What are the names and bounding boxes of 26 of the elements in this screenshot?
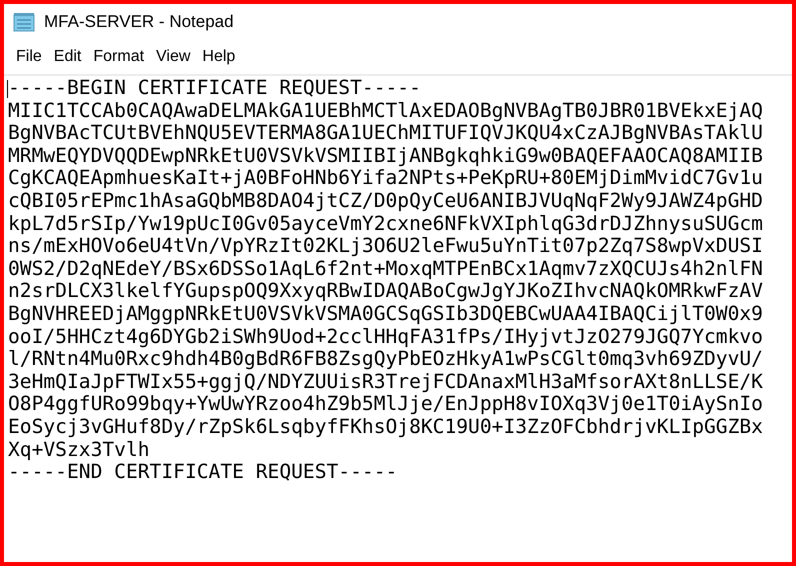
text-line: ns/mExHOVo6eU4tVn/VpYRzIt02KLj3O6U2leFwu5uYnTit07p2Zq7S8wpVxDUSI: [8, 235, 763, 258]
text-line: kpL7d5rSIp/Yw19pUcI0Gv05ayceVmY2cxne6NFkVXIphlqG3drDJZhnysuSUGcm: [8, 212, 763, 236]
text-line: 0WS2/D2qNEdeY/BSx6DSSo1AqL6f2nt+MoxqMTPEnBCx1Aqmv7zXQCUJs4h2nlFN: [8, 258, 763, 280]
text-line: Xq+VSzx3Tvlh: [8, 438, 150, 462]
text-line: O8P4ggfURo99bqy+YwUwYRzoo4hZ9b5MlJje/EnJppH8vIOXq3Vj0e1T0iAySnIo: [8, 393, 763, 416]
text-line: MRMwEQYDVQQDEwpNRkEtU0VSVkVSMIIBIjANBgkqhkiG9w0BAQEFAAOCAQ8AMIIB: [8, 144, 763, 168]
text-line: BgNVBAcTCUtBVEhNQU5EVTERMA8GA1UEChMITUFIQVJKQU4xCzAJBgNVBAsTAklU: [8, 122, 763, 145]
menu-item[interactable]: View: [152, 45, 194, 69]
text-cursor: [7, 80, 8, 98]
text-line: -----END CERTIFICATE REQUEST-----: [8, 461, 398, 484]
menu-item[interactable]: Format: [89, 45, 148, 69]
text-line: ooI/5HHCzt4g6DYGb2iSWh9Uod+2cclHHqFA31fPs/IHyjvtJzO279JGQ7Ycmkvo: [8, 326, 763, 348]
menu-item[interactable]: Edit: [50, 45, 86, 69]
notepad-icon: [12, 12, 36, 32]
window-title: MFA-SERVER - Notepad: [44, 11, 234, 34]
text-line: l/RNtn4Mu0Rxc9hdh4B0gBdR6FB8ZsgQyPbEOzHkyA1wPsCGlt0mq3vh69ZDyvU/: [8, 348, 763, 371]
menu-item[interactable]: File: [12, 45, 46, 69]
text-line: -----BEGIN CERTIFICATE REQUEST-----: [8, 77, 421, 100]
text-line: MIIC1TCCAb0CAQAwaDELMAkGA1UEBhMCTlAxEDAOBgNVBAgTB0JBR01BVEkxEjAQ: [8, 100, 763, 122]
text-line: EoSycj3vGHuf8Dy/rZpSk6LsqbyfFKhsOj8KC19U0+I3ZzOFCbhdrjvKLIpGGZBx: [8, 416, 763, 438]
menu-item[interactable]: Help: [198, 45, 240, 69]
text-line: BgNVHREEDjAMggpNRkEtU0VSVkVSMA0GCSqGSIb3DQEBCwUAA4IBAQCijlT0W0x9: [8, 302, 763, 326]
text-line: n2srDLCX3lkelfYGupspOQ9XxyqRBwIDAQABoCgwJgYJKoZIhvcNAQkOMRkwFzAV: [8, 280, 763, 303]
text-line: CgKCAQEApmhuesKaIt+jA0BFoHNb6Yifa2NPts+PeKpRU+80EMjDimMvidC7Gv1u: [8, 167, 763, 190]
text-line: cQBI05rEPmc1hAsaGQbMB8DAO4jtCZ/D0pQyCeU6ANIBJVUqNqF2Wy9JAWZ4pGHD: [8, 190, 763, 213]
text-line: 3eHmQIaJpFTWIx55+ggjQ/NDYZUUisR3TrejFCDAnaxMlH3aMfsorAXt8nLLSE/K: [8, 370, 763, 394]
